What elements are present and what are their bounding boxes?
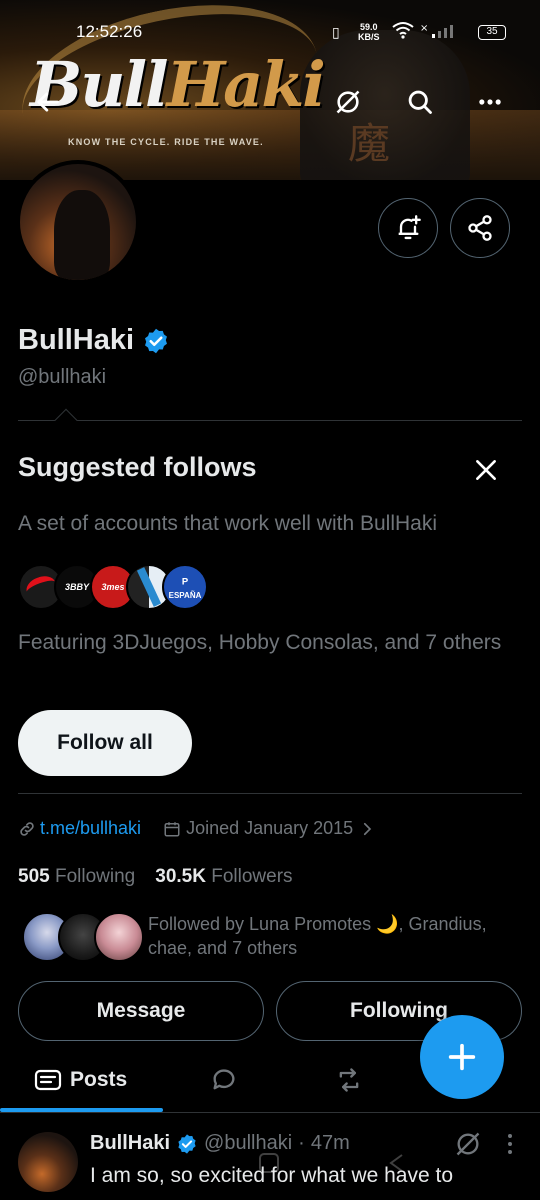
followers-label: Followers [211,866,293,887]
avatar-label: ESPAÑA [168,590,202,600]
close-icon [476,460,496,480]
net-speed-value: 59.0 [359,22,378,32]
follower-avatar [94,912,144,962]
tab-replies[interactable] [210,1060,238,1100]
post-separator: · [298,1132,305,1154]
follow-counts: 505 Following 30.5K Followers [18,866,293,888]
divider [18,420,522,421]
status-bar: 12:52:26 ▯ 59.0 KB/S × 35 [0,18,540,48]
posts-icon [34,1069,62,1091]
divider [18,793,522,794]
followed-by-text: Followed by Luna Promotes 🌙, Grandius, c… [148,914,487,958]
bell-plus-icon [398,215,421,240]
net-speed-unit: KB/S [358,32,380,42]
calendar-icon [164,821,180,836]
vibrate-icon: ▯ [332,24,340,40]
search-icon [408,90,432,114]
banner-logo: BullHaki [30,48,326,121]
chevron-right-icon [364,822,372,835]
post-text: I am so, so excited for what we have to [90,1164,454,1187]
divider [0,1112,540,1113]
share-icon [468,215,492,241]
stripe-logo-icon [136,567,162,607]
more-dots-icon [479,99,501,105]
post-avatar[interactable] [18,1132,78,1192]
display-name-text: BullHaki [18,324,135,356]
wifi-icon [392,21,414,44]
display-name: BullHaki [18,324,170,357]
suggested-description: A set of accounts that work well with Bu… [18,512,438,535]
joined-date[interactable]: Joined January 2015 [163,818,376,839]
post-grok-button[interactable] [454,1130,482,1158]
tab-posts-label: Posts [70,1068,128,1091]
notifications-button[interactable] [378,198,438,258]
grok-button[interactable] [328,82,368,122]
post-header: BullHaki @bullhaki · 47m [90,1132,350,1155]
avatar-silhouette [54,190,110,280]
suggested-follows-title: Suggested follows [18,452,257,482]
suggested-pointer [54,408,78,432]
verified-badge-icon [178,1133,196,1154]
suggested-avatar-playstation-espana[interactable]: ᴾ ESPAÑA [162,564,208,610]
following-label: Following [54,866,136,887]
followed-by[interactable]: Followed by Luna Promotes 🌙, Grandius, c… [22,910,522,964]
banner-tagline: KNOW THE CYCLE. RIDE THE WAVE. [68,137,264,147]
avatar-label: 3BBY [64,582,89,592]
back-button[interactable] [28,82,68,122]
message-button[interactable]: Message [18,981,264,1041]
more-vertical-icon [508,1134,512,1154]
grok-icon [336,90,360,114]
share-button[interactable] [450,198,510,258]
following-count: 505 [18,866,50,887]
system-back-icon[interactable] [386,1152,408,1179]
followers-count-link[interactable]: 30.5K Followers [155,866,292,888]
link-icon [20,821,34,836]
tab-reposts[interactable] [334,1060,364,1100]
playstation-icon: ᴾ [182,574,188,591]
repost-icon [339,1068,359,1092]
status-time: 12:52:26 [76,22,143,41]
follow-all-button[interactable]: Follow all [18,710,192,776]
profile-link[interactable]: t.me/bullhaki [18,818,141,839]
suggested-avatars[interactable]: 3BBY 3mes ᴾ ESPAÑA [18,564,218,610]
following-count-link[interactable]: 505 Following [18,866,135,888]
reply-icon [213,1069,235,1090]
svg-text:×: × [420,23,428,34]
search-button[interactable] [400,82,440,122]
tab-posts[interactable]: Posts [34,1060,127,1100]
followers-count: 30.5K [155,866,206,887]
more-options-button[interactable] [470,82,510,122]
joined-text: Joined January 2015 [186,818,354,838]
post-more-button[interactable] [500,1130,520,1158]
profile-avatar[interactable] [16,160,140,284]
arrow-left-icon [37,92,59,112]
compose-post-button[interactable] [420,1015,504,1099]
profile-handle: @bullhaki [18,366,107,388]
net-speed: 59.0 KB/S [358,22,380,42]
logo-haki: Haki [166,48,326,121]
dismiss-suggestions-button[interactable] [468,452,504,488]
avatar-label: 3mes [101,582,125,592]
profile-link-text: t.me/bullhaki [40,818,142,838]
post-time: 47m [310,1132,350,1154]
system-home-icon[interactable] [258,1152,280,1179]
grok-icon [456,1132,480,1156]
profile-meta: t.me/bullhaki Joined January 2015 [18,818,376,839]
suggested-featuring: Featuring 3DJuegos, Hobby Consolas, and … [18,631,502,654]
verified-badge-icon [145,328,167,353]
signal-icon: × [420,22,460,41]
plus-icon [448,1043,476,1071]
battery-icon: 35 [478,25,506,40]
post-author-name[interactable]: BullHaki [90,1132,170,1155]
